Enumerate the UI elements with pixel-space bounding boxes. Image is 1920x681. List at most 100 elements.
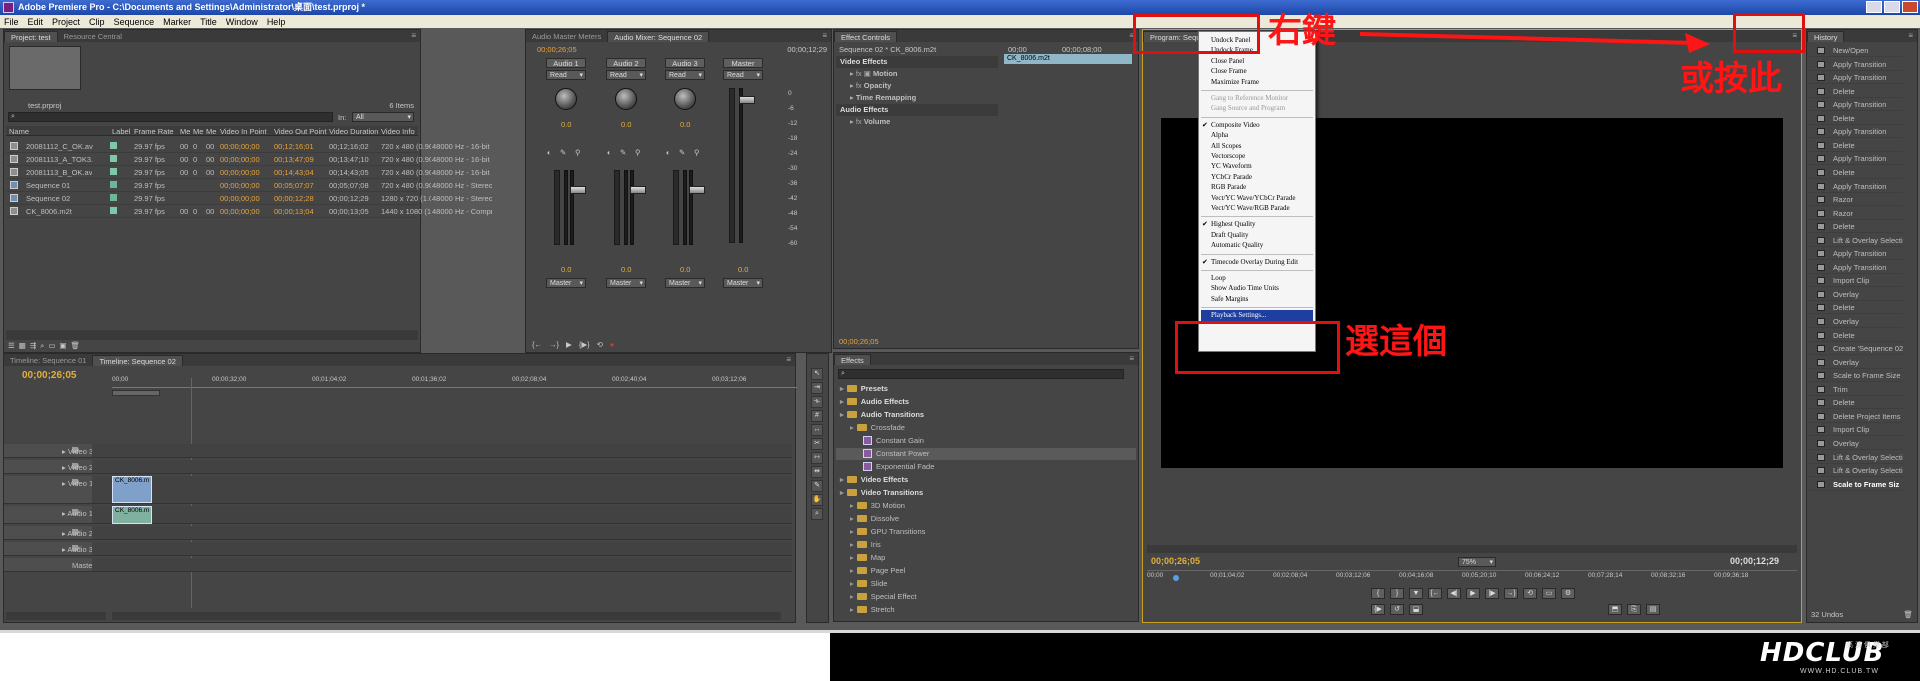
mixer-timecode-current[interactable]: 00;00;26;05	[537, 45, 577, 54]
history-item[interactable]: Scale to Frame Size	[1809, 369, 1903, 383]
project-search-input[interactable]: ⌕	[8, 112, 333, 122]
menu-item-show-audio-time-units[interactable]: Show Audio Time Units	[1211, 284, 1279, 292]
effects-search-input[interactable]: ⌕	[838, 369, 1124, 379]
ripple-edit-tool-icon[interactable]: ⟛	[811, 396, 823, 408]
automation-select[interactable]: Read	[606, 70, 646, 80]
history-item[interactable]: Delete	[1809, 166, 1903, 179]
go-to-out-icon[interactable]: →}	[1504, 588, 1518, 599]
fader-value[interactable]: 0.0	[561, 265, 571, 274]
history-item[interactable]: Delete Project Items	[1809, 410, 1903, 423]
col-frame-rate[interactable]: Frame Rate	[134, 127, 174, 136]
menu-project[interactable]: Project	[52, 17, 80, 27]
effects-tree-item[interactable]: ▸ Stretch	[836, 604, 1136, 616]
menu-item-composite-video[interactable]: Composite Video	[1211, 121, 1260, 129]
tab-resource-central[interactable]: Resource Central	[58, 31, 128, 42]
pen-tool-icon[interactable]: ✎	[811, 480, 823, 492]
play-stop-icon[interactable]: ▶	[1466, 588, 1480, 599]
history-item[interactable]: Apply Transition	[1809, 152, 1903, 166]
go-to-out-icon[interactable]: →}	[549, 340, 559, 351]
record-enable-icon[interactable]: ⚲	[694, 148, 700, 157]
menu-item-close-panel[interactable]: Close Panel	[1211, 57, 1244, 65]
volume-fader-thumb[interactable]	[570, 186, 586, 194]
effects-tree-item[interactable]: ▸ Slide	[836, 578, 1136, 590]
delete-icon[interactable]: 🗑	[71, 341, 81, 351]
channel-name-button[interactable]: Audio 2	[606, 58, 646, 68]
table-row[interactable]: Sequence 01 29.97 fps 00;00;00;00 00;05;07;…	[6, 179, 492, 192]
effects-tree-item[interactable]: ▸ GPU Transitions	[836, 526, 1136, 538]
track-header[interactable]: ▸ Audio 1	[4, 506, 93, 524]
safe-margins-icon[interactable]: ▭	[1542, 588, 1556, 599]
effects-tree-item[interactable]: ▸ Video Effects	[836, 474, 1136, 486]
col-label[interactable]: Label	[112, 127, 130, 136]
expand-arrow-icon[interactable]: ▸	[840, 397, 844, 406]
output-select[interactable]: Master	[665, 278, 705, 288]
history-item[interactable]: Overlay	[1809, 315, 1903, 328]
audio-clip[interactable]: CK_8006.m	[112, 506, 152, 524]
expand-arrow-icon[interactable]: ▸	[850, 592, 854, 601]
pan-knob[interactable]	[555, 88, 577, 110]
history-item[interactable]: Lift & Overlay Selectio	[1809, 234, 1903, 247]
history-item[interactable]: Apply Transition	[1809, 261, 1903, 274]
menu-edit[interactable]: Edit	[28, 17, 44, 27]
history-item[interactable]: Razor	[1809, 193, 1903, 207]
minimize-button[interactable]	[1866, 1, 1882, 13]
fader-value[interactable]: 0.0	[680, 265, 690, 274]
panel-menu-icon[interactable]: ≡	[411, 31, 416, 40]
new-bin-icon[interactable]: ▭	[48, 341, 55, 351]
menu-item-automatic-quality[interactable]: Automatic Quality	[1211, 241, 1263, 249]
mute-icon[interactable]: ◐	[607, 148, 612, 157]
hand-tool-icon[interactable]: ✋	[811, 494, 823, 506]
track-header[interactable]: ▸ Video 3	[4, 444, 93, 458]
expand-arrow-icon[interactable]: ▸	[840, 475, 844, 484]
razor-tool-icon[interactable]: ✂	[811, 438, 823, 450]
history-item[interactable]: Delete	[1809, 85, 1903, 98]
step-back-icon[interactable]: ◀|	[1447, 588, 1461, 599]
track-header[interactable]: Master	[4, 558, 95, 572]
tab-audio-mixer[interactable]: Audio Mixer: Sequence 02	[607, 31, 710, 42]
panel-menu-icon[interactable]: ≡	[822, 31, 827, 40]
history-item[interactable]: Import Clip	[1809, 274, 1903, 288]
mute-icon[interactable]: ◐	[666, 148, 671, 157]
play-icon[interactable]: ▶	[566, 340, 572, 351]
fader-value[interactable]: 0.0	[738, 265, 748, 274]
panel-menu-icon[interactable]: ≡	[1908, 31, 1913, 40]
trim-monitor-icon[interactable]: ⎘	[1627, 604, 1641, 615]
history-item[interactable]: Delete	[1809, 329, 1903, 342]
history-item[interactable]: New/Open	[1809, 44, 1903, 57]
program-time-ruler[interactable]: 00;00 00;01;04;02 00;02;08;04 00;03;12;06 00…	[1147, 570, 1797, 580]
effects-tree-item[interactable]: ▸ Iris	[836, 539, 1136, 551]
automation-select[interactable]: Read	[546, 70, 586, 80]
menu-item-alpha[interactable]: Alpha	[1211, 131, 1228, 139]
timeline-time-ruler[interactable]: 00;00 00;00;32;00 00;01;04;02 00;01;36;02 00…	[112, 376, 797, 388]
history-item[interactable]: Create 'Sequence 02'	[1809, 342, 1903, 356]
output-icon[interactable]: ⚙	[1561, 588, 1575, 599]
menu-item-vect-yc-wave-ycbcr-parade[interactable]: Vect/YC Wave/YCbCr Parade	[1211, 194, 1295, 202]
menu-item-yc-waveform[interactable]: YC Waveform	[1211, 162, 1252, 170]
menu-item-vect-yc-wave-rgb-parade[interactable]: Vect/YC Wave/RGB Parade	[1211, 204, 1290, 212]
expand-arrow-icon[interactable]: ▸	[850, 579, 854, 588]
expand-arrow-icon[interactable]: ▸	[850, 566, 854, 575]
effects-tree-item[interactable]: ▸ Dissolve	[836, 513, 1136, 525]
col-media-3[interactable]: Me	[206, 127, 216, 136]
pan-knob[interactable]	[615, 88, 637, 110]
track-header[interactable]: ▸ Video 2	[4, 460, 93, 474]
menu-item-rgb-parade[interactable]: RGB Parade	[1211, 183, 1246, 191]
effects-tree-item[interactable]: ▸ Map	[836, 552, 1136, 564]
volume-fader-thumb[interactable]	[630, 186, 646, 194]
timeline-timecode[interactable]: 00;00;26;05	[22, 370, 76, 381]
zoom-tool-icon[interactable]: ⌕	[811, 508, 823, 520]
go-to-in-icon[interactable]: {←	[1428, 588, 1442, 599]
effects-tree-item[interactable]: ▸ Audio Transitions	[836, 409, 1136, 421]
solo-icon[interactable]: ✎	[560, 148, 566, 157]
export-frame-icon[interactable]: ▤	[1646, 604, 1660, 615]
panel-menu-icon[interactable]: ≡	[786, 355, 791, 364]
menu-help[interactable]: Help	[267, 17, 286, 27]
set-marker-icon[interactable]: ▼	[1409, 588, 1423, 599]
pan-value[interactable]: 0.0	[680, 120, 690, 129]
master-fader-thumb[interactable]	[739, 96, 755, 104]
tab-timeline-seq02[interactable]: Timeline: Sequence 02	[92, 355, 183, 366]
expand-arrow-icon[interactable]: ▸	[850, 553, 854, 562]
program-zoom-select[interactable]: 75%	[1458, 557, 1496, 567]
history-item[interactable]: Delete	[1809, 220, 1903, 234]
history-delete-icon[interactable]: 🗑	[1903, 610, 1913, 619]
